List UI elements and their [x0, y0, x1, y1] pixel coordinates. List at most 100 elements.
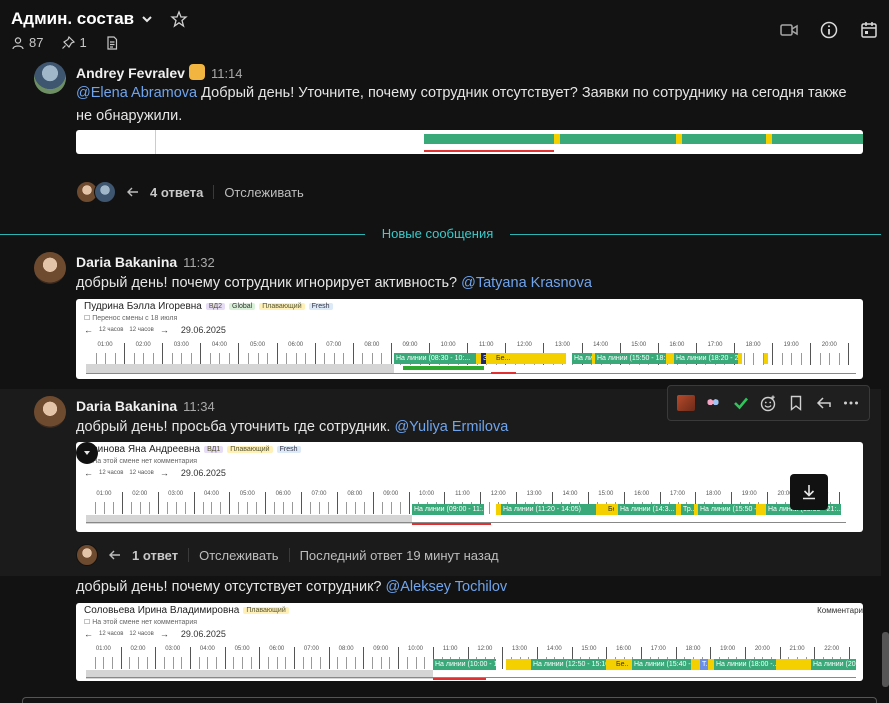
info-icon[interactable] [819, 20, 839, 40]
timeline-segment: Бе... [606, 504, 614, 515]
hour-tick [848, 343, 850, 365]
tag-chip: ВД2 [205, 303, 226, 310]
tag-chip: Fresh [308, 303, 333, 310]
hour-tick [259, 647, 261, 669]
hour-label: 06:00 [288, 342, 304, 348]
message-item[interactable]: добрый день! почему отсутствует сотрудни… [0, 576, 881, 703]
author-name[interactable]: Daria Bakanina [76, 254, 177, 270]
hour-tick [363, 647, 365, 669]
reply-button[interactable] [813, 392, 835, 414]
minor-tick [94, 502, 96, 514]
more-actions-button[interactable] [840, 392, 862, 414]
divider-line [510, 234, 881, 235]
collapse-image-button[interactable] [76, 442, 98, 464]
minor-tick [250, 657, 252, 669]
hour-label: 22:00 [824, 646, 840, 652]
scrollbar[interactable] [882, 632, 889, 687]
timeline-segment [554, 134, 560, 144]
tag-chip: Плавающий [227, 446, 273, 453]
minor-tick [424, 657, 426, 669]
attached-image[interactable]: Соловьева Ирина Владимировна Плавающий Ком… [76, 603, 863, 681]
minor-tick [489, 502, 491, 514]
timeline-segment: На линии (15:40 -... [632, 659, 691, 670]
hour-label: 04:00 [211, 342, 227, 348]
break-segment [506, 659, 531, 670]
hour-label: 16:00 [616, 646, 632, 652]
hour-label: 11:00 [455, 491, 470, 497]
message-time[interactable]: 11:14 [211, 66, 243, 81]
timeline-segment: На линии (20:00 - 2... [811, 659, 856, 670]
attached-image[interactable] [76, 130, 863, 154]
members-count[interactable]: 87 [29, 35, 43, 50]
message-header: Daria Bakanina 11:34 [76, 398, 215, 414]
mention-link[interactable]: @Aleksey Tochilov [386, 579, 508, 595]
avatar[interactable] [34, 396, 66, 428]
mention-link[interactable]: @Tatyana Krasnova [461, 275, 592, 291]
hour-label: 14:00 [562, 491, 578, 497]
timeline-baseline [86, 373, 856, 374]
timeline-segment: Тр... [681, 504, 694, 515]
minor-tick [406, 657, 408, 669]
files-icon[interactable] [105, 35, 119, 50]
thread-summary[interactable]: 4 ответа Отслеживать [76, 180, 304, 204]
hour-label: 01:00 [95, 646, 111, 652]
pinned-count[interactable]: 1 [79, 35, 86, 50]
attached-image[interactable]: Пудрина Бэлла Игоревна ВД2 Global Плавающий… [76, 299, 863, 379]
replies-count[interactable]: 1 ответ [132, 548, 178, 563]
author-name[interactable]: Daria Bakanina [76, 398, 177, 414]
attached-image[interactable]: ...винова Яна Андреевна ВД1 Плавающий Fresh… [76, 442, 863, 532]
minor-tick [337, 657, 339, 669]
reaction-recent-2[interactable] [702, 392, 724, 414]
timeline-date: 29.06.2025 [180, 468, 226, 478]
message-time[interactable]: 11:32 [183, 255, 215, 270]
calendar-icon[interactable] [859, 20, 879, 40]
follow-thread-button[interactable]: Отслеживать [224, 185, 303, 200]
download-button[interactable] [790, 474, 828, 510]
hour-label: 06:00 [269, 646, 285, 652]
avatar[interactable] [34, 62, 66, 94]
message-composer[interactable] [22, 697, 877, 703]
message-time[interactable]: 11:34 [183, 399, 215, 414]
video-call-icon[interactable] [779, 20, 799, 40]
break-segment [628, 659, 632, 670]
tag-chip: Global [229, 303, 256, 310]
minor-tick [166, 502, 168, 514]
minor-tick [399, 502, 401, 514]
minor-tick [311, 657, 313, 669]
break-segment [606, 659, 614, 670]
save-button[interactable] [785, 392, 807, 414]
timeline-segment [766, 134, 772, 144]
minor-tick [276, 657, 278, 669]
message-feed[interactable]: Andrey Fevralev 11:14 @Elena Abramova Доб… [0, 60, 881, 703]
mention-link[interactable]: @Elena Abramova [76, 85, 197, 101]
message-item[interactable]: Daria Bakanina 11:32 добрый день! почему … [0, 250, 881, 385]
follow-thread-button[interactable]: Отслеживать [199, 548, 278, 563]
reaction-check[interactable] [730, 392, 752, 414]
star-icon[interactable] [170, 10, 188, 28]
separator [288, 548, 290, 562]
timeline-segment: На линии (15:50 - 18:10) [595, 353, 666, 364]
break-segment [756, 504, 766, 515]
reaction-recent-1[interactable] [675, 392, 697, 414]
timeline-segment: На линии (13:45 - ... [572, 353, 592, 364]
hour-label: 12:00 [490, 491, 506, 497]
timeline-segment: На линии (18:20 - 20:... [674, 353, 738, 364]
reaction-image-icon [676, 395, 695, 411]
hour-label: 14:00 [593, 342, 609, 348]
thread-summary[interactable]: 1 ответ Отслеживать Последний ответ 19 м… [76, 543, 499, 567]
image-fragment [76, 130, 156, 154]
chevron-down-icon[interactable] [140, 12, 154, 26]
avatar[interactable] [34, 252, 66, 284]
mention-link[interactable]: @Yuliya Ermilova [394, 419, 508, 435]
channel-title-row[interactable]: Админ. состав [11, 7, 188, 31]
hour-label: 01:00 [96, 491, 112, 497]
author-name[interactable]: Andrey Fevralev [76, 65, 185, 81]
members-icon[interactable] [11, 36, 25, 50]
add-reaction-button[interactable] [757, 392, 779, 414]
hour-label: 12:00 [477, 646, 493, 652]
hour-label: 15:00 [581, 646, 597, 652]
replies-count[interactable]: 4 ответа [150, 185, 203, 200]
channel-title[interactable]: Админ. состав [11, 9, 134, 29]
off-shift-band [86, 364, 394, 373]
pin-icon[interactable] [61, 35, 76, 50]
